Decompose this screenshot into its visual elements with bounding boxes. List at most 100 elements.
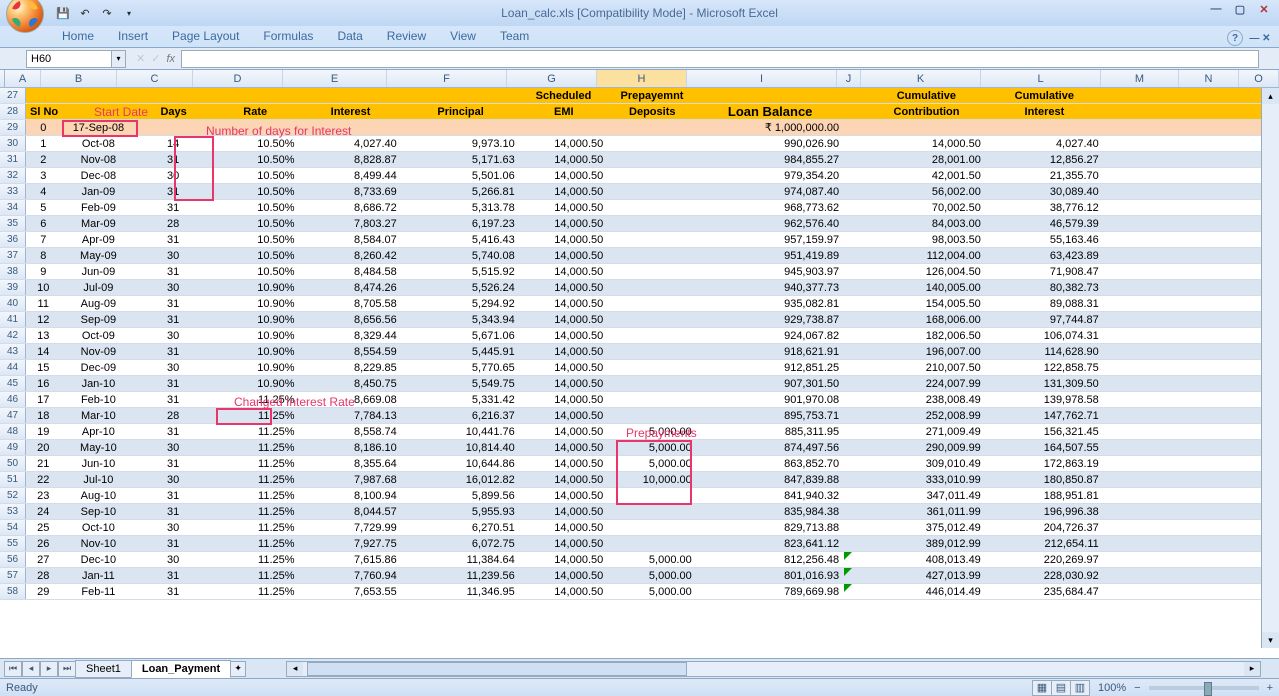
cell[interactable]: 0: [26, 120, 62, 135]
cell[interactable]: 31: [136, 264, 211, 279]
cell[interactable]: Sep-09: [62, 312, 137, 327]
cell[interactable]: 7: [26, 232, 62, 247]
cell[interactable]: 9: [26, 264, 62, 279]
cell[interactable]: Rate: [211, 104, 299, 119]
cell[interactable]: 14,000.50: [520, 504, 609, 519]
cell[interactable]: 224,007.99: [868, 376, 986, 391]
save-icon[interactable]: 💾: [54, 4, 72, 22]
cell[interactable]: [1104, 248, 1181, 263]
col-header-C[interactable]: C: [117, 70, 193, 87]
cell[interactable]: [1104, 88, 1181, 103]
cell[interactable]: [844, 344, 868, 359]
cell[interactable]: Feb-09: [62, 200, 137, 215]
cell[interactable]: 139,978.58: [986, 392, 1104, 407]
row-header[interactable]: 53: [0, 504, 26, 519]
row-header[interactable]: 34: [0, 200, 26, 215]
prev-sheet-icon[interactable]: ◂: [22, 661, 40, 677]
cell[interactable]: 14,000.50: [520, 216, 609, 231]
cell[interactable]: 5,266.81: [402, 184, 520, 199]
cell[interactable]: 27: [26, 552, 62, 567]
cell[interactable]: 5,671.06: [402, 328, 520, 343]
cell[interactable]: 204,726.37: [986, 520, 1104, 535]
cell[interactable]: 28: [136, 408, 211, 423]
cell[interactable]: [608, 168, 697, 183]
cell[interactable]: 114,628.90: [986, 344, 1104, 359]
cell[interactable]: 333,010.99: [868, 472, 986, 487]
scroll-up-icon[interactable]: ▴: [1262, 88, 1279, 104]
cell[interactable]: [1104, 280, 1181, 295]
cell[interactable]: 5,331.42: [402, 392, 520, 407]
cell[interactable]: 180,850.87: [986, 472, 1104, 487]
cell[interactable]: [608, 248, 697, 263]
cell[interactable]: 11,239.56: [402, 568, 520, 583]
cell[interactable]: [608, 488, 697, 503]
cell[interactable]: Loan Balance: [697, 104, 844, 119]
cell[interactable]: 812,256.48: [697, 552, 844, 567]
cell[interactable]: May-09: [62, 248, 137, 263]
cell[interactable]: [844, 424, 868, 439]
cell[interactable]: 46,579.39: [986, 216, 1104, 231]
cell[interactable]: [844, 456, 868, 471]
qat-dropdown-icon[interactable]: ▾: [120, 4, 138, 22]
cell[interactable]: 895,753.71: [697, 408, 844, 423]
cell[interactable]: 31: [136, 488, 211, 503]
cell[interactable]: [1181, 408, 1240, 423]
cell[interactable]: 31: [136, 312, 211, 327]
cell[interactable]: [844, 296, 868, 311]
cell[interactable]: Interest: [300, 104, 402, 119]
cell[interactable]: 11.25%: [211, 488, 300, 503]
first-sheet-icon[interactable]: ⏮: [4, 661, 22, 677]
cell[interactable]: 238,008.49: [868, 392, 986, 407]
cell[interactable]: 6,216.37: [402, 408, 520, 423]
cell[interactable]: 6,197.23: [402, 216, 520, 231]
cell[interactable]: [1104, 168, 1181, 183]
cell[interactable]: [1181, 216, 1240, 231]
cell[interactable]: 962,576.40: [697, 216, 844, 231]
cell[interactable]: 957,159.97: [697, 232, 844, 247]
cell[interactable]: [844, 472, 868, 487]
col-header-H[interactable]: H: [597, 70, 687, 87]
cell[interactable]: 30: [136, 360, 211, 375]
cancel-formula-icon[interactable]: ✕: [136, 52, 145, 65]
cell[interactable]: [1181, 520, 1240, 535]
cell[interactable]: 71,908.47: [986, 264, 1104, 279]
cell[interactable]: [844, 264, 868, 279]
cell[interactable]: 5,000.00: [608, 552, 697, 567]
col-header-D[interactable]: D: [193, 70, 283, 87]
cell[interactable]: 8,450.75: [300, 376, 402, 391]
cell[interactable]: [697, 88, 844, 103]
cell[interactable]: [1104, 456, 1181, 471]
cell[interactable]: 446,014.49: [868, 584, 986, 599]
cell[interactable]: 10.50%: [211, 152, 300, 167]
row-header[interactable]: 45: [0, 376, 26, 391]
col-header-B[interactable]: B: [41, 70, 117, 87]
cell[interactable]: 14,000.50: [520, 344, 609, 359]
cell[interactable]: [1104, 136, 1181, 151]
cell[interactable]: 974,087.40: [697, 184, 844, 199]
cell[interactable]: 5,445.91: [402, 344, 520, 359]
cell[interactable]: 31: [136, 184, 211, 199]
cell[interactable]: 210,007.50: [868, 360, 986, 375]
cell[interactable]: 924,067.82: [697, 328, 844, 343]
cell[interactable]: [1104, 344, 1181, 359]
cell[interactable]: [1104, 152, 1181, 167]
cell[interactable]: 5,515.92: [402, 264, 520, 279]
row-header[interactable]: 33: [0, 184, 26, 199]
cell[interactable]: ₹ 1,000,000.00: [697, 120, 844, 135]
cell[interactable]: 841,940.32: [697, 488, 844, 503]
cell[interactable]: [1104, 552, 1181, 567]
tab-team[interactable]: Team: [488, 26, 541, 47]
row-header[interactable]: 49: [0, 440, 26, 455]
cell[interactable]: 84,003.00: [868, 216, 986, 231]
cell[interactable]: 252,008.99: [868, 408, 986, 423]
cell[interactable]: [608, 328, 697, 343]
cell[interactable]: 14,000.50: [520, 232, 609, 247]
cell[interactable]: [844, 184, 868, 199]
cell[interactable]: 427,013.99: [868, 568, 986, 583]
cell[interactable]: 55,163.46: [986, 232, 1104, 247]
cell[interactable]: [608, 200, 697, 215]
cell[interactable]: 30: [136, 280, 211, 295]
cell[interactable]: 122,858.75: [986, 360, 1104, 375]
row-header[interactable]: 42: [0, 328, 26, 343]
col-header-O[interactable]: O: [1239, 70, 1279, 87]
